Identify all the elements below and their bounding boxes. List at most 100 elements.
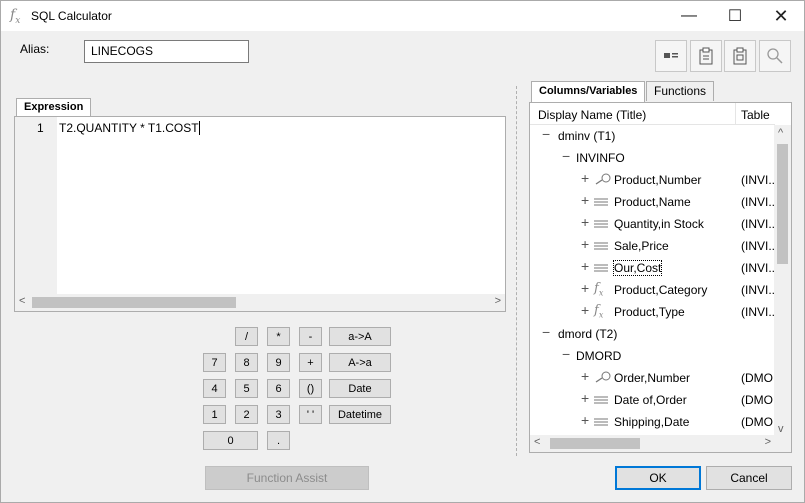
- key-multiply[interactable]: *: [267, 327, 290, 346]
- tree-item-sale-price[interactable]: + Sale,Price (INVI...: [530, 235, 778, 257]
- tab-functions[interactable]: Functions: [646, 81, 715, 101]
- key-icon: [595, 371, 611, 383]
- tree-item-product-category[interactable]: + fx Product,Category (INVI...: [530, 279, 779, 301]
- expand-icon[interactable]: +: [581, 412, 589, 428]
- key-1[interactable]: 1: [203, 405, 226, 424]
- key-parentheses[interactable]: (): [299, 379, 322, 398]
- expand-icon[interactable]: +: [581, 192, 589, 208]
- node-table: (INVI...: [741, 173, 779, 187]
- tree-item-our-cost[interactable]: + Our,Cost (INVI...: [530, 257, 779, 279]
- tree-item-date-of-order[interactable]: + Date of,Order (DMO...: [530, 389, 783, 411]
- fx-icon: fx: [10, 7, 21, 26]
- collapse-icon[interactable]: −: [562, 346, 570, 362]
- expand-icon[interactable]: +: [581, 302, 589, 318]
- vertical-scroll-thumb[interactable]: [777, 144, 788, 264]
- tree-node-invinfo[interactable]: − INVINFO: [530, 147, 775, 169]
- collapse-icon[interactable]: −: [542, 126, 550, 142]
- tree-item-product-number[interactable]: + Product,Number (INVI...: [530, 169, 779, 191]
- alias-input[interactable]: LINECOGS: [84, 40, 249, 63]
- node-table: (INVI...: [741, 283, 779, 297]
- search-button[interactable]: [759, 40, 791, 72]
- tree-vertical-scrollbar[interactable]: ^ v: [774, 125, 791, 437]
- scroll-up-icon[interactable]: ^: [778, 127, 783, 139]
- scroll-right-icon[interactable]: >: [765, 436, 771, 448]
- expand-icon[interactable]: +: [581, 368, 589, 384]
- node-label: Order,Number: [614, 371, 691, 385]
- card-button[interactable]: [655, 40, 687, 72]
- scroll-left-icon[interactable]: <: [19, 295, 25, 307]
- key-8[interactable]: 8: [235, 353, 258, 372]
- card-icon: [664, 53, 678, 58]
- tab-columns-variables[interactable]: Columns/Variables: [531, 81, 646, 103]
- close-button[interactable]: ✕: [758, 1, 804, 31]
- key-divide[interactable]: /: [235, 327, 258, 346]
- column-header-table[interactable]: Table: [741, 108, 770, 122]
- tree-item-order-number[interactable]: + Order,Number (DMO...: [530, 367, 783, 389]
- scroll-down-icon[interactable]: v: [778, 423, 784, 435]
- node-label: Product,Category: [614, 283, 708, 297]
- clipboard-check-icon: [733, 47, 747, 65]
- key-datetime[interactable]: Datetime: [329, 405, 391, 424]
- expand-icon[interactable]: +: [581, 280, 589, 296]
- key-decimal[interactable]: .: [267, 431, 290, 450]
- key-2[interactable]: 2: [235, 405, 258, 424]
- expand-icon[interactable]: +: [581, 258, 589, 274]
- key-quotes[interactable]: ' ': [299, 405, 322, 424]
- tree-node-dmord-table[interactable]: − DMORD: [530, 345, 775, 367]
- node-label: Sale,Price: [614, 239, 669, 253]
- maximize-button[interactable]: ☐: [712, 1, 758, 31]
- key-6[interactable]: 6: [267, 379, 290, 398]
- ok-button[interactable]: OK: [615, 466, 701, 490]
- node-table: (INVI...: [741, 261, 779, 275]
- collapse-icon[interactable]: −: [562, 148, 570, 164]
- node-label: Date of,Order: [614, 393, 687, 407]
- clipboard-button[interactable]: [690, 40, 722, 72]
- alias-label: Alias:: [20, 42, 50, 56]
- expand-icon[interactable]: +: [581, 170, 589, 186]
- field-icon: [594, 220, 608, 228]
- expand-icon[interactable]: +: [581, 390, 589, 406]
- editor-horizontal-scrollbar[interactable]: < >: [15, 294, 505, 311]
- scroll-left-icon[interactable]: <: [534, 436, 540, 448]
- tree-item-product-type[interactable]: + fx Product,Type (INVI...: [530, 301, 778, 323]
- function-assist-button[interactable]: Function Assist: [205, 466, 369, 490]
- tree-item-shipping-date[interactable]: + Shipping,Date (DMO...: [530, 411, 783, 433]
- expression-text[interactable]: T2.QUANTITY * T1.COST: [59, 121, 199, 135]
- tree-node-dmord[interactable]: − dmord (T2): [530, 323, 775, 345]
- title-bar: fx SQL Calculator — ☐ ✕: [1, 1, 804, 31]
- column-header-display-name[interactable]: Display Name (Title): [538, 108, 646, 122]
- key-plus[interactable]: +: [299, 353, 322, 372]
- panel-splitter[interactable]: [516, 86, 518, 456]
- key-minus[interactable]: -: [299, 327, 322, 346]
- tab-expression[interactable]: Expression: [16, 98, 92, 117]
- clipboard-check-button[interactable]: [724, 40, 756, 72]
- key-5[interactable]: 5: [235, 379, 258, 398]
- column-separator[interactable]: [735, 103, 736, 125]
- node-label: dminv (T1): [558, 129, 616, 143]
- tree-item-quantity-in-stock[interactable]: + Quantity,in Stock (INVI...: [530, 213, 778, 235]
- cancel-button[interactable]: Cancel: [706, 466, 792, 490]
- tree-horizontal-scrollbar[interactable]: < >: [530, 435, 775, 452]
- expression-editor[interactable]: 1 T2.QUANTITY * T1.COST < >: [14, 116, 506, 312]
- key-3[interactable]: 3: [267, 405, 290, 424]
- tree-item-product-name[interactable]: + Product,Name (INVI...: [530, 191, 779, 213]
- key-uppercase-to-lowercase[interactable]: A->a: [329, 353, 391, 372]
- key-9[interactable]: 9: [267, 353, 290, 372]
- minimize-button[interactable]: —: [666, 1, 712, 31]
- key-date[interactable]: Date: [329, 379, 391, 398]
- key-lowercase-to-uppercase[interactable]: a->A: [329, 327, 391, 346]
- scroll-thumb[interactable]: [32, 297, 236, 308]
- node-table: (INVI...: [741, 195, 779, 209]
- scroll-right-icon[interactable]: >: [495, 295, 501, 307]
- key-0[interactable]: 0: [203, 431, 258, 450]
- expand-icon[interactable]: +: [581, 236, 589, 252]
- expand-icon[interactable]: +: [581, 214, 589, 230]
- key-7[interactable]: 7: [203, 353, 226, 372]
- key-4[interactable]: 4: [203, 379, 226, 398]
- scroll-thumb[interactable]: [550, 438, 640, 449]
- clipboard-icon: [699, 47, 713, 65]
- key-icon: [595, 173, 611, 185]
- collapse-icon[interactable]: −: [542, 324, 550, 340]
- tree-node-dminv[interactable]: − dminv (T1): [530, 125, 775, 147]
- columns-tree[interactable]: Display Name (Title) Table − dminv (T1) …: [529, 102, 792, 453]
